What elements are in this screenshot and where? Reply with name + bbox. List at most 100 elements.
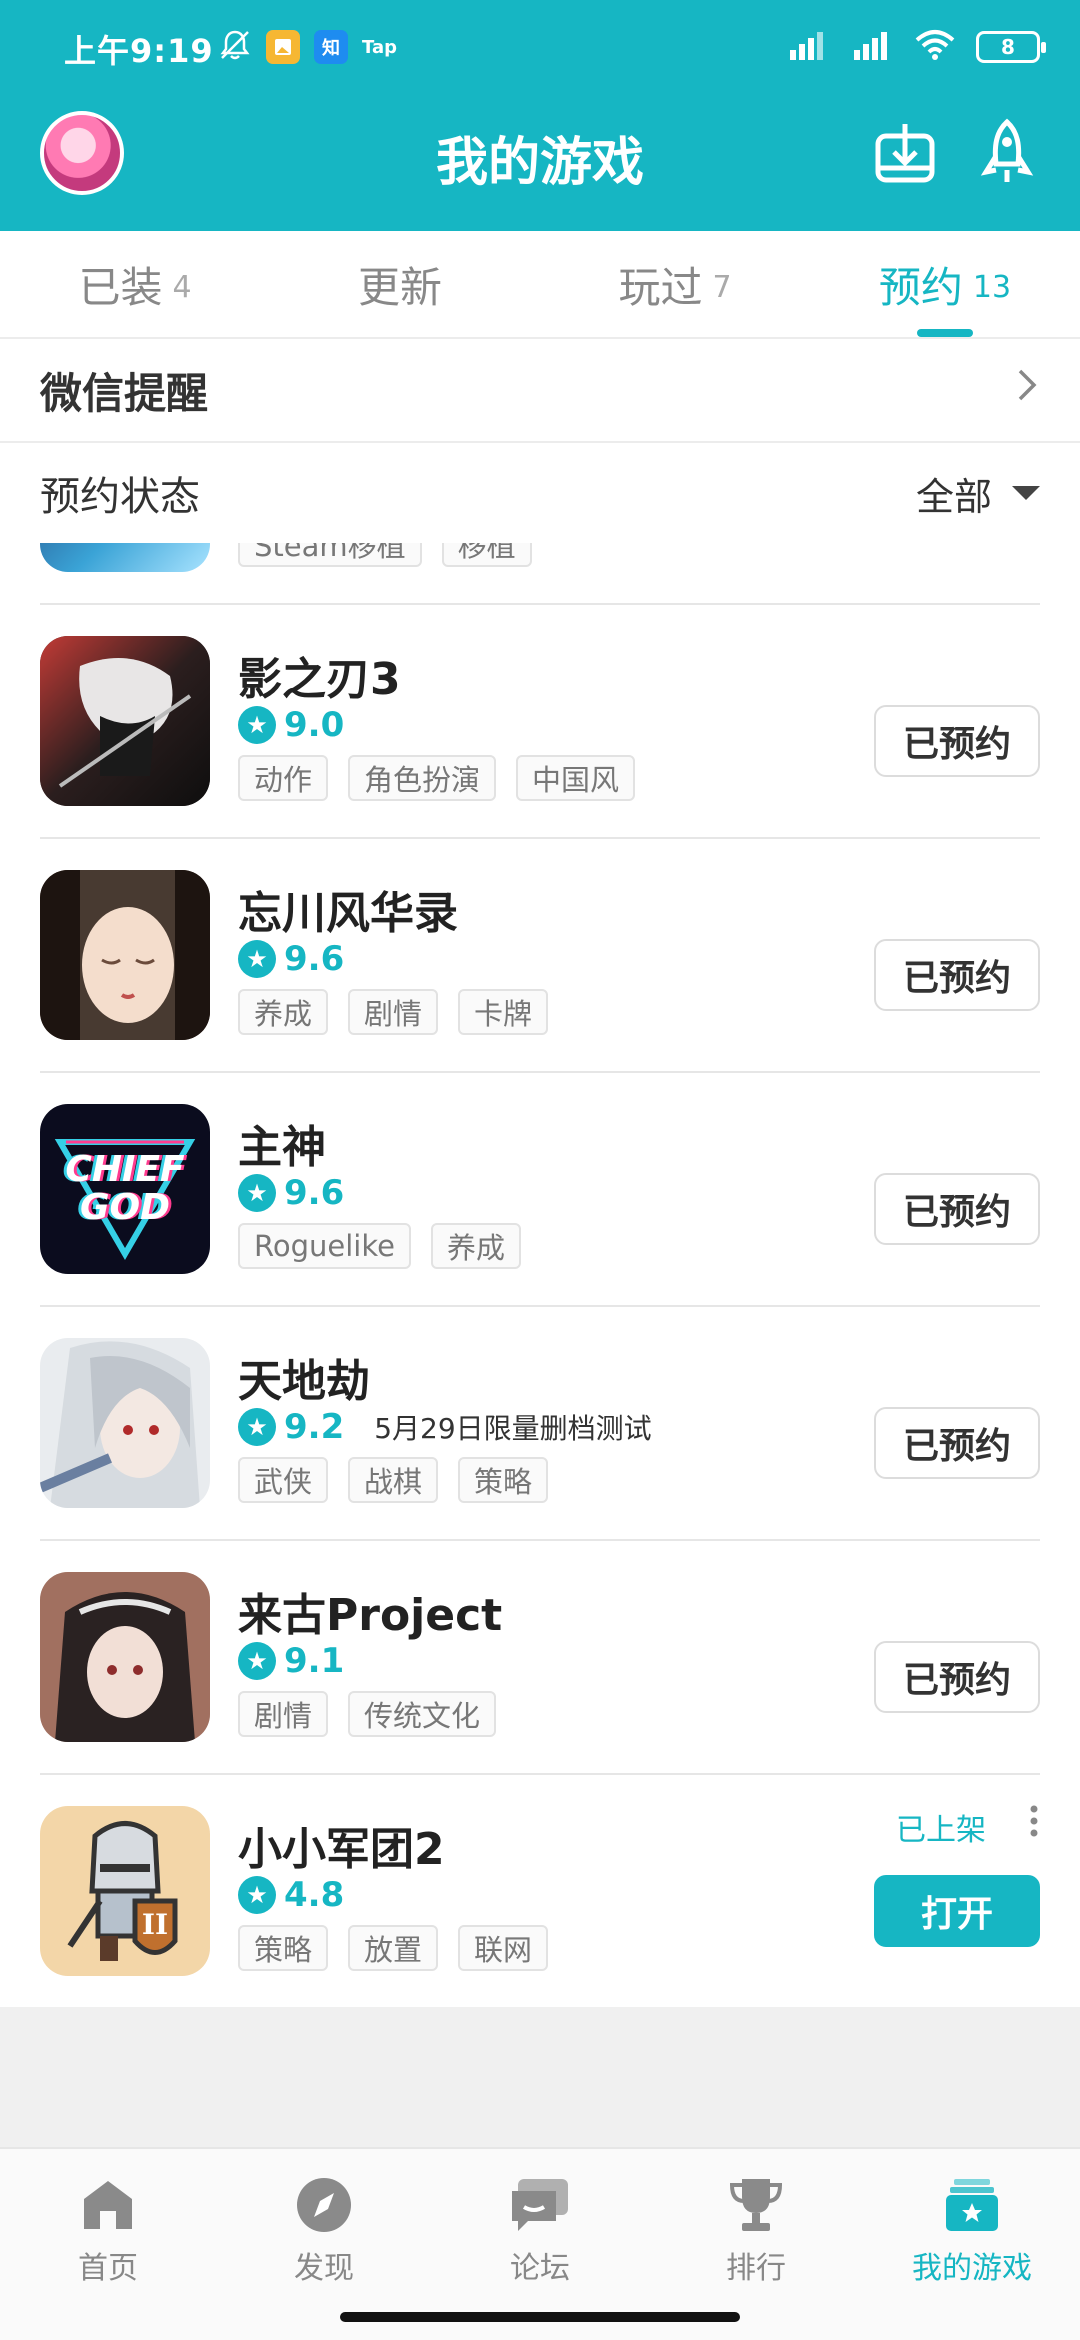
- tab-count: 4: [172, 269, 192, 305]
- game-tag: 角色扮演: [348, 755, 497, 801]
- game-icon: II: [40, 1806, 210, 1976]
- reserved-button[interactable]: 已预约: [874, 939, 1040, 1011]
- wifi-icon: [914, 28, 956, 66]
- rating-score: 9.6: [284, 939, 345, 979]
- tab-played[interactable]: 玩过 7: [540, 231, 810, 337]
- game-tag: 养成: [430, 1223, 521, 1269]
- game-tag: 策略: [458, 1457, 549, 1503]
- game-rating: ★ 9.0: [238, 705, 344, 745]
- wechat-reminder-row[interactable]: 微信提醒: [0, 339, 1080, 443]
- game-name: 影之刃3: [238, 654, 401, 705]
- tab-label: 更新: [357, 262, 442, 312]
- game-list-item[interactable]: 天地劫 ★ 9.2 5月29日限量删档测试 武侠 战棋 策略 已预约: [40, 1307, 1040, 1541]
- home-icon: [84, 2181, 132, 2229]
- tab-count: 7: [712, 269, 732, 305]
- home-indicator[interactable]: [340, 2312, 740, 2322]
- game-tag: Steam移植: [238, 543, 422, 567]
- game-name: 忘川风华录: [238, 888, 458, 939]
- status-bar: 上午9:19 知 Tap 8: [0, 0, 1080, 95]
- game-name: 小小军团2: [238, 1824, 445, 1875]
- game-name: 主神: [238, 1122, 326, 1173]
- list-bottom-spacer: [0, 2007, 1080, 2147]
- rating-score: 9.2: [284, 1407, 345, 1447]
- game-name: 来古Project: [238, 1590, 503, 1641]
- more-options-icon[interactable]: [1028, 1803, 1040, 1845]
- game-icon: [40, 636, 210, 806]
- game-list-item[interactable]: 影之刃3 ★ 9.0 动作 角色扮演 中国风 已预约: [40, 605, 1040, 839]
- nav-label: 排行: [726, 2251, 786, 2286]
- tab-updates[interactable]: 更新: [270, 231, 540, 337]
- nav-label: 论坛: [510, 2251, 570, 2286]
- game-tags: 策略 放置 联网: [238, 1925, 549, 1971]
- star-icon: ★: [238, 1642, 276, 1680]
- trophy-icon: [729, 2179, 783, 2231]
- game-tags: Roguelike 养成: [238, 1223, 521, 1269]
- reserved-button[interactable]: 已预约: [874, 1641, 1040, 1713]
- game-rating: ★ 9.1: [238, 1641, 344, 1681]
- battery-level: 8: [1001, 35, 1015, 59]
- game-list-item[interactable]: CHIEF GOD 主神 ★ 9.6 Roguelike 养成 已预约: [40, 1073, 1040, 1307]
- status-dropdown-value: 全部: [915, 474, 992, 519]
- rating-score: 9.0: [284, 705, 345, 745]
- chief-god-logo-line2: GOD: [79, 1187, 171, 1228]
- game-rating: ★ 9.6: [238, 939, 344, 979]
- game-tag: 战棋: [348, 1457, 439, 1503]
- status-time: 上午9:19: [64, 32, 214, 70]
- game-tags: 养成 剧情 卡牌: [238, 989, 549, 1035]
- game-rating: ★ 9.6: [238, 1173, 344, 1213]
- battery-icon: 8: [976, 31, 1046, 63]
- tab-bar: 已装 4 更新 玩过 7 预约 13: [0, 231, 1080, 339]
- game-list-item[interactable]: Steam移植 移植: [40, 543, 1040, 605]
- forum-icon: [512, 2179, 568, 2231]
- reserved-button[interactable]: 已预约: [874, 705, 1040, 777]
- game-list-item[interactable]: 来古Project ★ 9.1 剧情 传统文化 已预约: [40, 1541, 1040, 1775]
- tab-label: 玩过: [618, 262, 703, 312]
- status-notification-icons: 知 Tap: [218, 28, 397, 66]
- game-tag: Roguelike: [238, 1223, 411, 1269]
- open-game-button[interactable]: 打开: [874, 1875, 1040, 1947]
- game-icon: [40, 1572, 210, 1742]
- game-list-item[interactable]: II 小小军团2 已上架 ★ 4.8 策略 放置 联网 打开: [40, 1775, 1040, 2007]
- star-icon: ★: [238, 706, 276, 744]
- star-icon: ★: [238, 1174, 276, 1212]
- game-tag: 养成: [238, 989, 329, 1035]
- reserved-button[interactable]: 已预约: [874, 1407, 1040, 1479]
- game-tags: 武侠 战棋 策略: [238, 1457, 549, 1503]
- caret-down-icon: [1012, 486, 1040, 500]
- nav-home[interactable]: 首页: [0, 2149, 216, 2340]
- rating-score: 4.8: [284, 1875, 345, 1915]
- rocket-button[interactable]: [972, 118, 1042, 188]
- nav-label: 我的游戏: [912, 2251, 1032, 2286]
- gallery-icon: [266, 30, 300, 64]
- wechat-reminder-label: 微信提醒: [40, 368, 209, 418]
- game-name: 天地劫: [238, 1356, 370, 1407]
- game-tag: 传统文化: [348, 1691, 497, 1737]
- game-rating: ★ 4.8: [238, 1875, 344, 1915]
- game-icon: [40, 1338, 210, 1508]
- reserved-button[interactable]: 已预约: [874, 1173, 1040, 1245]
- rating-score: 9.6: [284, 1173, 345, 1213]
- app-header: 上午9:19 知 Tap 8 我的游戏: [0, 0, 1080, 231]
- status-dropdown[interactable]: 全部: [916, 466, 1040, 521]
- game-tag: 策略: [238, 1925, 329, 1971]
- game-list-item[interactable]: 忘川风华录 ★ 9.6 养成 剧情 卡牌 已预约: [40, 839, 1040, 1073]
- nav-label: 首页: [78, 2251, 138, 2286]
- my-games-icon: [946, 2179, 998, 2231]
- star-icon: ★: [238, 1876, 276, 1914]
- tap-icon: Tap: [362, 36, 397, 58]
- released-status-label: 已上架: [896, 1813, 986, 1848]
- nav-my-games[interactable]: 我的游戏: [864, 2149, 1080, 2340]
- download-manager-button[interactable]: [870, 118, 940, 188]
- star-icon: ★: [238, 940, 276, 978]
- tab-installed[interactable]: 已装 4: [0, 231, 270, 337]
- tab-reserved[interactable]: 预约 13: [810, 231, 1080, 337]
- signal-icon-2: [850, 28, 894, 66]
- game-rating: ★ 9.2 5月29日限量删档测试: [238, 1407, 652, 1447]
- game-list[interactable]: Steam移植 移植 影之刃3 ★ 9.0 动作 角色扮演 中国风 已预约 忘川…: [0, 543, 1080, 2007]
- chief-god-logo-line1: CHIEF: [65, 1149, 185, 1191]
- zhihu-icon: 知: [314, 30, 348, 64]
- game-tag: 卡牌: [458, 989, 549, 1035]
- nav-label: 发现: [294, 2251, 354, 2286]
- game-tag: 武侠: [238, 1457, 329, 1503]
- rocket-icon: [980, 118, 1034, 182]
